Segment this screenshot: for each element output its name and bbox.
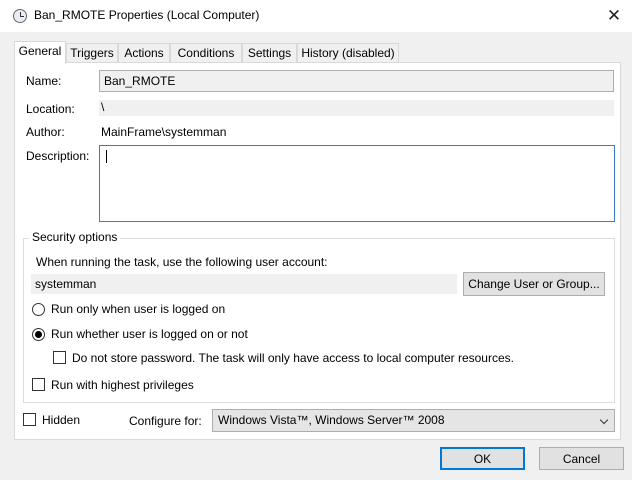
author-label: Author: xyxy=(26,125,65,139)
run-only-logged-on-label[interactable]: Run only when user is logged on xyxy=(51,302,225,316)
hidden-checkbox[interactable] xyxy=(23,413,36,426)
location-field[interactable]: \ xyxy=(99,100,614,116)
highest-privileges-label[interactable]: Run with highest privileges xyxy=(51,378,194,392)
run-whether-logged-on-label[interactable]: Run whether user is logged on or not xyxy=(51,327,248,341)
run-whether-logged-on-radio[interactable] xyxy=(32,328,45,341)
tab-settings[interactable]: Settings xyxy=(242,43,297,63)
configure-for-dropdown[interactable]: Windows Vista™, Windows Server™ 2008 xyxy=(212,409,615,432)
chevron-down-icon xyxy=(599,415,609,425)
tab-history[interactable]: History (disabled) xyxy=(297,43,399,63)
description-label: Description: xyxy=(26,149,90,163)
tab-actions[interactable]: Actions xyxy=(118,43,170,63)
window-title: Ban_RMOTE Properties (Local Computer) xyxy=(34,8,260,22)
hidden-label[interactable]: Hidden xyxy=(42,413,80,427)
name-label-text: Name: xyxy=(26,74,62,88)
author-value[interactable]: MainFrame\systemman xyxy=(101,125,226,139)
name-field[interactable]: Ban_RMOTE xyxy=(99,70,614,92)
name-label: Name: xyxy=(26,74,61,88)
ok-button[interactable]: OK xyxy=(440,447,525,470)
run-only-logged-on-radio[interactable] xyxy=(32,303,45,316)
security-options-legend: Security options xyxy=(29,230,121,244)
tab-general[interactable]: General xyxy=(14,41,66,64)
change-user-button[interactable]: Change User or Group... xyxy=(463,272,605,296)
title-bar: Ban_RMOTE Properties (Local Computer) ✕ xyxy=(0,0,632,32)
tab-conditions[interactable]: Conditions xyxy=(170,43,242,63)
highest-privileges-checkbox[interactable] xyxy=(32,378,45,391)
location-label: Location: xyxy=(26,102,75,116)
user-account-field[interactable]: systemman xyxy=(31,274,457,294)
account-prompt: When running the task, use the following… xyxy=(36,255,328,269)
tab-triggers[interactable]: Triggers xyxy=(66,43,118,63)
do-not-store-password-checkbox[interactable] xyxy=(53,351,66,364)
text-caret xyxy=(106,150,107,163)
do-not-store-password-label[interactable]: Do not store password. The task will onl… xyxy=(72,351,514,365)
configure-for-value: Windows Vista™, Windows Server™ 2008 xyxy=(218,413,445,427)
description-textarea[interactable] xyxy=(99,145,615,222)
scheduled-task-clock-icon xyxy=(13,9,27,23)
cancel-button[interactable]: Cancel xyxy=(539,447,624,470)
close-button[interactable]: ✕ xyxy=(596,0,632,32)
configure-for-label: Configure for: xyxy=(129,414,202,428)
